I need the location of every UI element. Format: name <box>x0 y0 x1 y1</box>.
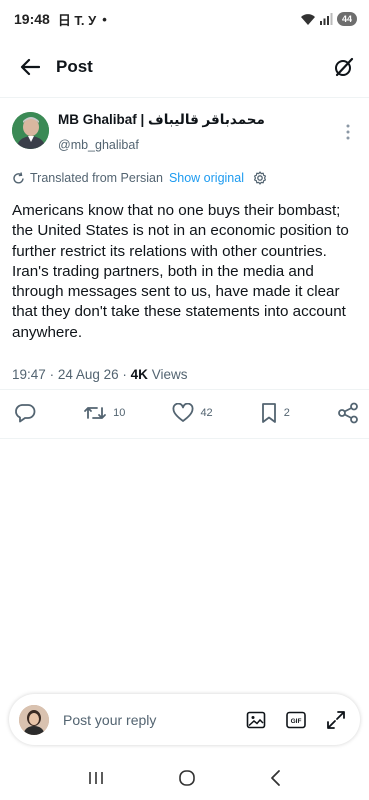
bookmark-icon <box>260 402 278 424</box>
heart-icon <box>172 403 194 423</box>
translation-row: Translated from Persian Show original <box>12 171 267 185</box>
post-author: MB Ghalibaf | محمدباقر قالیباف @mb_ghali… <box>12 112 357 156</box>
status-time: 19:48 <box>14 11 50 27</box>
post-paragraph: Americans know that no one buys their bo… <box>12 202 349 260</box>
reply-composer[interactable]: Post your reply GIF <box>9 694 360 745</box>
reply-icon <box>14 403 36 423</box>
actions-divider <box>0 438 369 439</box>
system-nav-bar <box>0 756 369 800</box>
share-button[interactable] <box>337 402 359 424</box>
wifi-icon <box>300 13 316 26</box>
meta-divider <box>0 389 369 390</box>
user-avatar <box>19 704 49 735</box>
post-date: 24 Aug 26 <box>57 367 119 382</box>
author-avatar[interactable] <box>12 112 49 149</box>
share-icon <box>337 402 359 424</box>
repost-icon <box>83 403 107 423</box>
post-actions: 10 42 2 <box>14 400 359 426</box>
reply-toolbar: GIF <box>246 710 346 730</box>
views-label: Views <box>151 367 188 382</box>
gif-icon[interactable]: GIF <box>286 711 306 729</box>
like-button[interactable]: 42 <box>172 403 213 423</box>
meta-separator: · <box>122 367 127 382</box>
recent-apps-icon[interactable] <box>87 770 105 786</box>
image-icon[interactable] <box>246 711 266 729</box>
translate-icon <box>12 171 25 185</box>
status-bar: 19:48 日 T. У • 44 <box>0 0 369 38</box>
status-right-icons: 44 <box>300 12 357 26</box>
battery-icon: 44 <box>336 12 357 26</box>
post-paragraph: Iran's trading partners, both in the med… <box>12 262 346 341</box>
reply-input[interactable]: Post your reply <box>63 712 156 728</box>
like-count: 42 <box>200 407 213 419</box>
views-count[interactable]: 4K <box>131 367 148 382</box>
post-time: 19:47 <box>12 367 46 382</box>
back-arrow-icon[interactable] <box>20 58 40 76</box>
grok-icon[interactable] <box>333 56 355 78</box>
author-name[interactable]: MB Ghalibaf | محمدباقر قالیباف <box>58 112 265 128</box>
repost-count: 10 <box>113 407 126 419</box>
post-text: Americans know that no one buys their bo… <box>12 201 360 343</box>
gear-icon[interactable] <box>253 171 267 185</box>
meta-separator: · <box>49 367 55 382</box>
svg-text:GIF: GIF <box>291 718 302 725</box>
show-original-link[interactable]: Show original <box>169 171 244 185</box>
notification-glyphs: 日 T. У <box>57 12 97 28</box>
author-handle[interactable]: @mb_ghalibaf <box>58 138 139 152</box>
more-options-icon[interactable] <box>339 122 357 142</box>
top-bar: Post <box>0 40 369 94</box>
page-title: Post <box>56 57 93 76</box>
bookmark-button[interactable]: 2 <box>260 402 290 424</box>
header-divider <box>0 97 369 98</box>
post-meta: 19:47 · 24 Aug 26 · 4K Views <box>12 367 187 382</box>
status-notification-icons: 日 T. У • <box>58 10 107 29</box>
bookmark-count: 2 <box>283 407 290 419</box>
home-icon[interactable] <box>178 769 196 787</box>
expand-icon[interactable] <box>326 710 346 730</box>
back-icon[interactable] <box>269 769 283 787</box>
reply-button[interactable] <box>14 403 36 423</box>
status-dot: • <box>102 11 107 27</box>
translated-label: Translated from Persian <box>30 171 163 185</box>
signal-icon <box>319 13 333 25</box>
repost-button[interactable]: 10 <box>83 403 125 423</box>
